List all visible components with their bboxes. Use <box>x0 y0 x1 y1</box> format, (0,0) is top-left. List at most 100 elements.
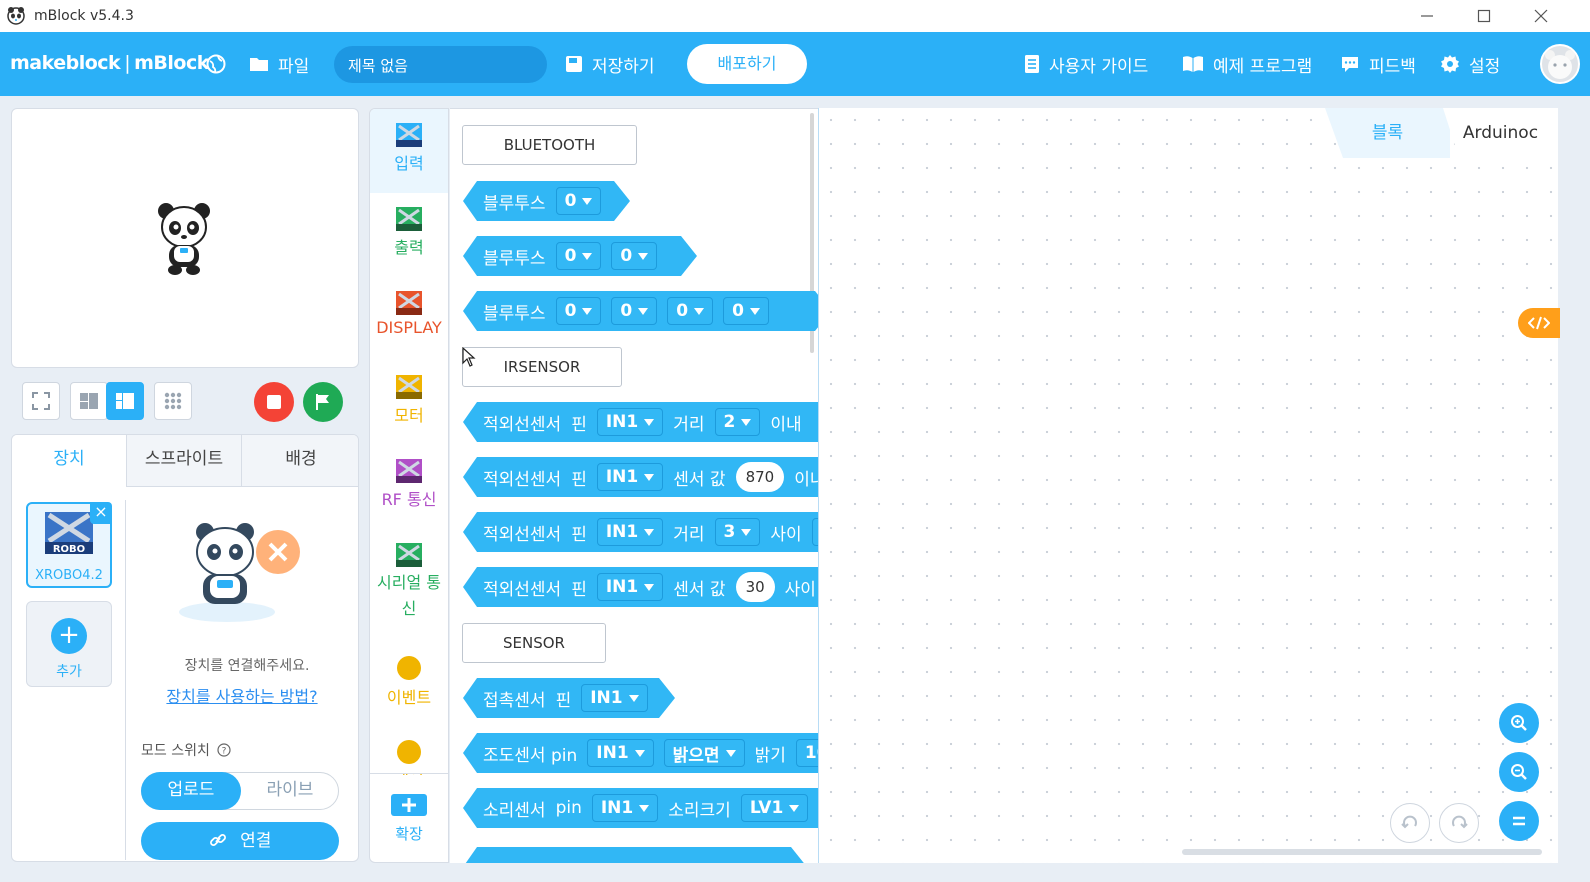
grid-icon <box>164 392 182 410</box>
code-icon <box>1528 316 1550 330</box>
block-dropdown[interactable]: 0 <box>611 297 657 325</box>
script-workspace[interactable] <box>818 108 1558 863</box>
large-stage-button[interactable] <box>106 382 144 420</box>
block-bluetooth-1[interactable]: 블루투스 0 <box>463 181 630 221</box>
block-ir-distance[interactable]: 적외선센서 핀 IN1 거리 2 이내 <box>463 402 818 442</box>
block-ir-value[interactable]: 적외선센서핀IN1센서 값870이내 <box>463 457 818 497</box>
zoom-out-icon <box>1511 764 1527 780</box>
minimize-button[interactable] <box>1398 0 1456 32</box>
block-dropdown[interactable]: 0 <box>556 242 602 270</box>
stop-button[interactable] <box>254 382 294 422</box>
block-dropdown[interactable]: IN1 <box>587 739 653 767</box>
close-window-button[interactable] <box>1512 0 1570 32</box>
category-header-sensor: SENSOR <box>462 623 606 663</box>
category-rf[interactable]: RF 통신 <box>370 459 448 510</box>
workspace-mode-tabs: 블록 Arduinoc <box>1325 108 1558 158</box>
category-control[interactable]: 제어 <box>370 739 448 775</box>
block-dropdown[interactable]: 0 <box>723 297 769 325</box>
grid-view-button[interactable] <box>154 382 192 420</box>
book-icon <box>1183 56 1203 72</box>
block-dropdown[interactable]: 3 <box>715 518 761 546</box>
block-dropdown[interactable]: 0 <box>556 297 602 325</box>
block-dropdown[interactable]: IN1 <box>581 684 647 712</box>
category-serial[interactable]: 시리얼 통신 <box>370 543 448 622</box>
block-dropdown[interactable]: IN1 <box>597 573 663 601</box>
tab-devices[interactable]: 장치 <box>12 435 127 487</box>
settings-button[interactable]: 설정 <box>1440 50 1500 78</box>
go-flag-button[interactable] <box>303 382 343 422</box>
category-events[interactable]: 이벤트 <box>370 655 448 708</box>
category-motor[interactable]: 모터 <box>370 375 448 426</box>
tab-backgrounds[interactable]: 배경 <box>242 435 358 487</box>
undo-button[interactable] <box>1390 803 1430 843</box>
fullscreen-button[interactable] <box>22 382 60 420</box>
zoom-in-button[interactable] <box>1499 703 1539 743</box>
extension-button[interactable]: 확장 <box>370 773 448 862</box>
block-light-sensor[interactable]: 조도센서 pinIN1밝으면밝기10% <box>463 733 818 773</box>
publish-button[interactable]: 배포하기 <box>687 44 807 84</box>
robo-device-logo: ROBO <box>45 512 93 554</box>
maximize-button[interactable] <box>1455 0 1513 32</box>
connect-button[interactable]: 연결 <box>141 822 339 860</box>
block-sound-sensor[interactable]: 소리센서 pin IN1 소리크기 LV1 <box>463 788 818 828</box>
mouse-cursor-icon <box>462 347 476 367</box>
device-card-xrobo[interactable]: ROBO × XROBO4.2 <box>26 502 112 588</box>
remove-device-button[interactable]: × <box>90 502 112 524</box>
how-to-use-link[interactable]: 장치를 사용하는 방법? <box>127 683 357 707</box>
tab-sprites[interactable]: 스프라이트 <box>127 435 242 487</box>
block-number-input[interactable]: 30 <box>736 572 775 602</box>
panda-sprite <box>158 203 210 275</box>
category-input[interactable]: 입력 <box>370 109 448 193</box>
robo-category-icon <box>396 375 422 399</box>
feedback-button[interactable]: 피드백 <box>1340 50 1416 78</box>
code-panel-toggle[interactable] <box>1518 308 1560 338</box>
save-button[interactable]: 저장하기 <box>565 50 655 78</box>
block-partial-next[interactable] <box>463 847 807 863</box>
tab-arduino-code[interactable]: Arduinoc <box>1443 108 1558 158</box>
zoom-reset-button[interactable] <box>1499 801 1539 841</box>
tab-blocks[interactable]: 블록 <box>1325 108 1450 158</box>
block-dropdown[interactable]: LV1 <box>741 794 808 822</box>
file-menu[interactable]: 파일 <box>249 50 309 78</box>
avatar[interactable] <box>1540 44 1580 84</box>
block-dropdown[interactable]: 0 <box>556 187 602 215</box>
language-button[interactable] <box>205 50 236 78</box>
block-bluetooth-4[interactable]: 블루투스 0 0 0 0 <box>463 291 818 331</box>
add-device-button[interactable]: + 추가 <box>26 601 112 687</box>
divider <box>125 500 126 860</box>
block-dropdown[interactable]: 2 <box>715 408 761 436</box>
block-dropdown[interactable]: 밝으면 <box>664 739 745 767</box>
block-dropdown[interactable]: IN1 <box>597 463 663 491</box>
block-dropdown[interactable]: 10% <box>796 739 818 767</box>
mode-switch-toggle[interactable]: 업로드 라이브 <box>141 772 339 810</box>
category-output[interactable]: 출력 <box>370 207 448 258</box>
workspace-horizontal-scrollbar[interactable] <box>1182 849 1542 855</box>
folder-icon <box>250 58 268 71</box>
zoom-out-button[interactable] <box>1499 752 1539 792</box>
block-touch-sensor[interactable]: 접촉센서 핀 IN1 <box>463 678 675 718</box>
redo-button[interactable] <box>1439 803 1479 843</box>
user-guide-button[interactable]: 사용자 가이드 <box>1024 50 1148 78</box>
block-ir-distance-range[interactable]: 적외선센서핀IN1거리3사이5 <box>463 512 818 552</box>
block-dropdown[interactable]: IN1 <box>592 794 658 822</box>
mode-live-option[interactable]: 라이브 <box>240 772 340 810</box>
small-stage-button[interactable] <box>70 382 108 420</box>
robo-category-icon <box>396 543 422 567</box>
redo-icon <box>1452 815 1468 829</box>
block-number-input[interactable]: 870 <box>736 462 785 492</box>
layout-large-icon <box>116 393 134 409</box>
block-dropdown[interactable]: 0 <box>667 297 713 325</box>
examples-button[interactable]: 예제 프로그램 <box>1182 50 1312 78</box>
connect-prompt: 장치를 연결해주세요. <box>184 658 310 674</box>
block-dropdown[interactable]: 0 <box>611 242 657 270</box>
block-dropdown[interactable]: IN1 <box>597 518 663 546</box>
mode-upload-option[interactable]: 업로드 <box>141 772 241 810</box>
project-name-input[interactable]: 제목 없음 <box>334 46 547 83</box>
block-ir-value-range[interactable]: 적외선센서핀IN1센서 값30사이870 <box>463 567 818 607</box>
stage-panel[interactable] <box>11 108 359 368</box>
events-dot-icon <box>397 656 421 680</box>
category-display[interactable]: DISPLAY <box>370 291 448 337</box>
category-list: 입력 출력 DISPLAY 모터 RF 통신 시리얼 통신 이벤트 제어 확장 <box>369 108 449 863</box>
block-dropdown[interactable]: IN1 <box>597 408 663 436</box>
block-bluetooth-2[interactable]: 블루투스 0 0 <box>463 236 697 276</box>
